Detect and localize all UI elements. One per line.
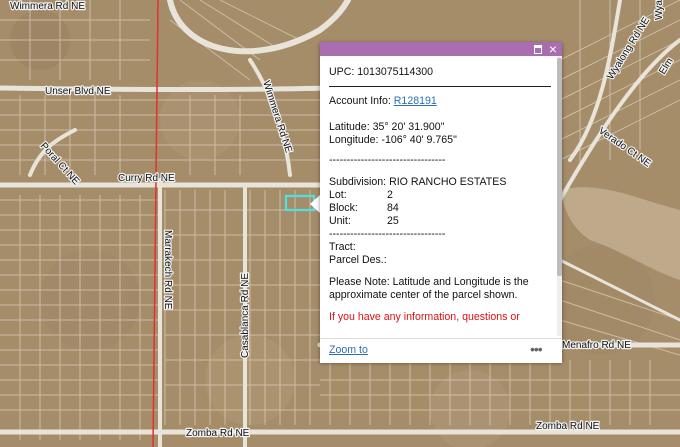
more-actions-icon[interactable]: •••	[530, 341, 543, 357]
popup-footer: Zoom to •••	[320, 338, 562, 363]
latitude-text: Latitude: 35° 20' 31.900"	[329, 121, 445, 133]
road-label-wyatt: Wyatt	[654, 0, 665, 20]
note-line-1: Please Note: Latitude and Longitude is t…	[329, 276, 529, 288]
popup-header: ×	[320, 42, 562, 56]
popup-scrollbar-thumb[interactable]	[557, 58, 562, 276]
unit-value: 25	[387, 215, 399, 227]
popup-content: UPC: 1013075114300 Account Info: R128191…	[329, 66, 557, 334]
road-label-zomba-right: Zomba Rd NE	[536, 421, 600, 432]
block-label: Block:	[329, 202, 358, 214]
lot-label: Lot:	[329, 189, 347, 201]
lot-value: 2	[387, 189, 393, 201]
account-link[interactable]: R128191	[394, 95, 437, 107]
road-label-curry: Curry Rd NE	[118, 173, 175, 184]
road-label-menafro: Menafro Rd NE	[562, 340, 631, 351]
account-label: Account Info:	[329, 95, 394, 107]
road-label-wimmera-top: Wimmera Rd NE	[10, 1, 85, 12]
unit-label: Unit:	[329, 215, 351, 227]
parcel-des-text: Parcel Des.:	[329, 254, 387, 266]
note-line-2: approximate center of the parcel shown.	[329, 289, 518, 301]
account-row: Account Info: R128191	[329, 95, 557, 108]
parcel-info-popup: × UPC: 1013075114300 Account Info: R1281…	[320, 42, 562, 363]
unit-row: Unit: 25	[329, 215, 557, 228]
contact-note: If you have any information, questions o…	[329, 311, 520, 323]
separator-text: ---------------------------------	[329, 154, 446, 166]
maximize-icon[interactable]	[532, 43, 544, 55]
popup-pointer	[310, 195, 320, 213]
tract-text: Tract:	[329, 241, 356, 253]
divider	[329, 86, 551, 87]
lot-row: Lot: 2	[329, 189, 557, 202]
separator-text-2: ---------------------------------	[329, 228, 446, 240]
block-row: Block: 84	[329, 202, 557, 215]
road-label-unser: Unser Blvd NE	[45, 86, 111, 97]
block-value: 84	[387, 202, 399, 214]
road-label-zomba: Zomba Rd NE	[186, 428, 250, 439]
zoom-to-link[interactable]: Zoom to	[329, 344, 368, 356]
upc-label: UPC:	[329, 66, 358, 78]
road-label-casablanca: Casablanca Rd NE	[240, 273, 251, 358]
longitude-text: Longitude: -106° 40' 9.765"	[329, 134, 457, 146]
subdivision-text: Subdivision: RIO RANCHO ESTATES	[329, 176, 507, 188]
upc-value: 1013075114300	[357, 66, 434, 78]
upc-row: UPC: 1013075114300	[329, 66, 557, 79]
road-label-marrakech: Marrakech Rd NE	[162, 230, 173, 310]
close-icon[interactable]: ×	[547, 42, 559, 56]
